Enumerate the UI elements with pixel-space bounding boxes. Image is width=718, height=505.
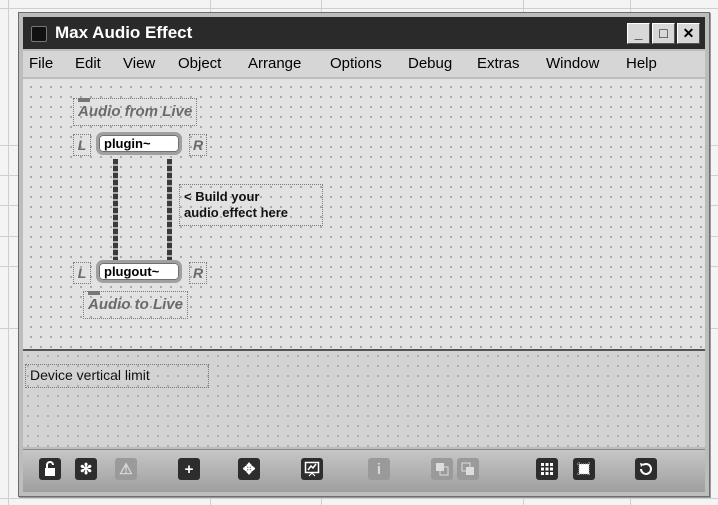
left-patch-cable[interactable]	[113, 159, 118, 265]
menu-debug[interactable]: Debug	[408, 55, 452, 72]
app-icon	[31, 26, 47, 42]
audio-from-live-comment[interactable]: Audio from Live	[73, 98, 198, 126]
close-button[interactable]: ✕	[677, 23, 700, 44]
snap-icon[interactable]	[573, 458, 595, 480]
right-outlet-text: R	[192, 265, 204, 281]
inspector-icon[interactable]: i	[368, 458, 390, 480]
audio-from-live-label: Audio from Live	[78, 103, 193, 120]
build-effect-comment[interactable]: < Build your audio effect here	[179, 184, 323, 226]
window-title: Max Audio Effect	[55, 23, 193, 42]
device-limit-comment[interactable]: Device vertical limit	[25, 364, 209, 388]
new-object-icon[interactable]: +	[178, 458, 200, 480]
plugin-object-text: plugin~	[104, 136, 151, 151]
presentation-icon[interactable]	[301, 458, 323, 480]
right-inlet-text: R	[192, 137, 204, 153]
menu-extras[interactable]: Extras	[477, 55, 520, 72]
right-outlet-label[interactable]: R	[189, 262, 207, 284]
lock-icon[interactable]	[39, 458, 61, 480]
maximize-button[interactable]: □	[652, 23, 675, 44]
right-patch-cable[interactable]	[167, 159, 172, 265]
refresh-icon[interactable]	[635, 458, 657, 480]
patcher-canvas[interactable]: Audio from Live L plugin~ R < Build your…	[23, 79, 705, 447]
plugout-object[interactable]: plugout~	[96, 260, 182, 283]
build-note-line2: audio effect here	[184, 205, 289, 220]
bring-front-icon[interactable]	[431, 458, 453, 480]
bottom-toolbar: ✻ ⚠ + ✥ i	[23, 449, 705, 492]
audio-to-live-comment[interactable]: Audio to Live	[83, 291, 188, 319]
grid-icon[interactable]	[536, 458, 558, 480]
max-window: Max Audio Effect _ □ ✕ File Edit View Ob…	[18, 12, 710, 497]
warning-icon[interactable]: ⚠	[115, 458, 137, 480]
menu-bar: File Edit View Object Arrange Options De…	[23, 51, 705, 77]
minimize-button[interactable]: _	[627, 23, 650, 44]
menu-help[interactable]: Help	[626, 55, 657, 72]
send-back-icon[interactable]	[457, 458, 479, 480]
menu-edit[interactable]: Edit	[75, 55, 101, 72]
device-limit-text: Device vertical limit	[30, 367, 150, 383]
menu-options[interactable]: Options	[330, 55, 382, 72]
title-bar[interactable]: Max Audio Effect _ □ ✕	[23, 17, 705, 49]
left-outlet-label[interactable]: L	[73, 262, 91, 284]
menu-file[interactable]: File	[29, 55, 53, 72]
menu-object[interactable]: Object	[178, 55, 221, 72]
left-inlet-text: L	[77, 137, 87, 153]
menu-arrange[interactable]: Arrange	[248, 55, 301, 72]
menu-view[interactable]: View	[123, 55, 155, 72]
plugin-object[interactable]: plugin~	[96, 132, 182, 155]
right-inlet-label[interactable]: R	[189, 134, 207, 156]
left-outlet-text: L	[77, 265, 87, 281]
move-icon[interactable]: ✥	[238, 458, 260, 480]
left-inlet-label[interactable]: L	[73, 134, 91, 156]
plugout-object-text: plugout~	[104, 264, 160, 279]
build-note-line1: < Build your	[184, 189, 260, 204]
audio-to-live-label: Audio to Live	[88, 296, 183, 313]
window-controls: _ □ ✕	[627, 23, 700, 44]
menu-window[interactable]: Window	[546, 55, 599, 72]
freeze-icon[interactable]: ✻	[75, 458, 97, 480]
